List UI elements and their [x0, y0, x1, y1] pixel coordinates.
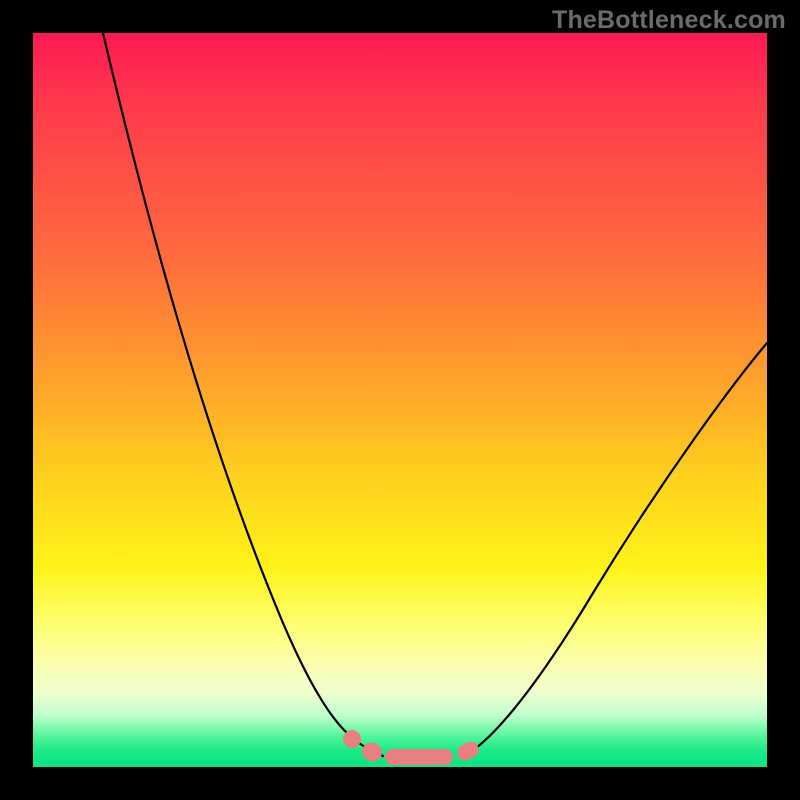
chart-plot-area	[33, 33, 767, 767]
right-curve	[463, 343, 767, 756]
bottom-segments-group	[339, 726, 481, 765]
left-curve	[103, 33, 383, 756]
watermark-text: TheBottleneck.com	[552, 6, 786, 35]
curve-layer	[33, 33, 767, 767]
segment-2	[359, 740, 385, 765]
segment-4	[454, 739, 481, 764]
outer-frame: TheBottleneck.com	[0, 0, 800, 800]
segment-3	[385, 749, 453, 765]
